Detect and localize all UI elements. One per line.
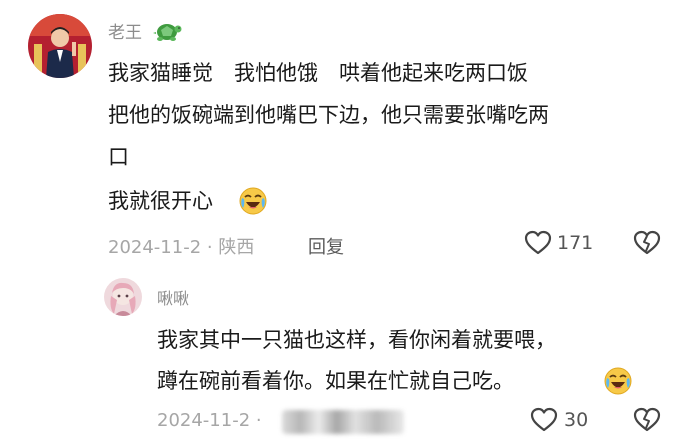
comment-username[interactable]: 老王 — [108, 18, 142, 43]
heart-icon — [524, 230, 552, 255]
comment-text-line: 把他的饭碗端到他嘴巴下边，他只需要张嘴吃两 — [108, 103, 549, 127]
reply-like-button[interactable] — [530, 407, 558, 437]
comment-date-location: 2024-11-2 · 陕西 — [108, 237, 255, 258]
reply-text-line: 蹲在碗前看着你。如果在忙就自己吃。 — [157, 369, 514, 393]
avatar[interactable] — [28, 14, 92, 78]
broken-heart-icon — [633, 407, 661, 432]
turtle-icon — [152, 18, 182, 44]
blurred-location — [282, 410, 404, 434]
broken-heart-icon — [633, 230, 661, 255]
reply-button[interactable]: 回复 — [308, 233, 344, 259]
reply-like-count: 30 — [564, 409, 589, 431]
reply-dislike-button[interactable] — [633, 407, 661, 437]
like-button[interactable] — [524, 230, 552, 260]
like-count: 171 — [557, 232, 594, 254]
reply-username[interactable]: 啾啾 — [157, 285, 189, 309]
crying-laughing-emoji — [603, 366, 633, 396]
reply-date: 2024-11-2 · — [157, 410, 262, 431]
reply-avatar[interactable] — [104, 278, 142, 316]
comment-text-line: 口 — [108, 145, 129, 169]
reply-text-line: 我家其中一只猫也这样，看你闲着就要喂， — [157, 328, 556, 352]
heart-icon — [530, 407, 558, 432]
crying-laughing-emoji — [238, 186, 268, 216]
comment-thread: 老王 我家猫睡觉 我怕他饿 哄着他起来吃两口饭 把他的饭碗端到他嘴巴下边，他只需… — [0, 0, 690, 448]
dislike-button[interactable] — [633, 230, 661, 260]
comment-text-line: 我家猫睡觉 我怕他饿 哄着他起来吃两口饭 — [108, 61, 528, 85]
comment-text-line: 我就很开心 — [108, 189, 213, 213]
